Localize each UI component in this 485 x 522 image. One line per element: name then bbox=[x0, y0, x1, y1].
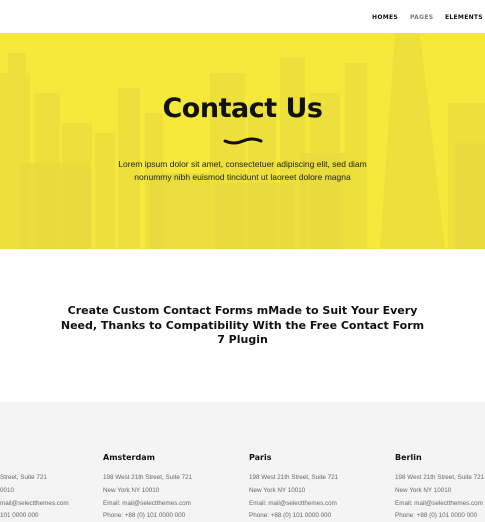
hero-banner: Contact Us Lorem ipsum dolor sit amet, c… bbox=[0, 33, 485, 249]
location-column: Berlin 198 West 21th Street, Suite 721 N… bbox=[395, 453, 485, 522]
location-city-zip: New York NY 10010 bbox=[103, 486, 160, 494]
section-headline: Create Custom Contact Forms mMade to Sui… bbox=[60, 304, 425, 346]
location-city-zip: 0010 bbox=[0, 486, 15, 494]
location-address: 198 West 21th Street, Suite 721 bbox=[395, 474, 485, 481]
nav-item-homes[interactable]: HOMES bbox=[372, 14, 398, 21]
nav-item-pages[interactable]: PAGES bbox=[410, 14, 433, 21]
title-underline-decoration bbox=[223, 137, 263, 145]
location-email[interactable]: Email: mail@selectthemes.com bbox=[395, 498, 485, 511]
location-address: Street, Suite 721 bbox=[0, 474, 47, 481]
location-city-zip: New York NY 10010 bbox=[395, 486, 452, 494]
location-city: Paris bbox=[249, 453, 272, 462]
locations-section: Street, Suite 721 0010 mail@selectthemes… bbox=[0, 402, 485, 522]
location-city bbox=[0, 453, 16, 463]
location-city: Berlin bbox=[395, 453, 422, 462]
location-email[interactable]: Email: mail@selectthemes.com bbox=[249, 498, 369, 511]
location-phone: Phone: +88 (0) 101 0000 000 bbox=[103, 512, 186, 520]
location-phone: 101 0000 000 bbox=[0, 512, 39, 520]
location-email[interactable]: Email: mail@selectthemes.com bbox=[103, 498, 223, 511]
location-phone: Phone: +88 (0) 101 0000 000 bbox=[395, 512, 478, 520]
location-city-zip: New York NY 10010 bbox=[249, 486, 306, 494]
top-navigation-bar: HOMES PAGES ELEMENTS bbox=[0, 0, 485, 33]
location-column: Amsterdam 198 West 21th Street, Suite 72… bbox=[103, 453, 223, 522]
location-email: mail@selectthemes.com bbox=[0, 499, 69, 507]
page-title: Contact Us bbox=[162, 93, 323, 124]
location-address: 198 West 21th Street, Suite 721 bbox=[249, 474, 339, 481]
nav-item-elements[interactable]: ELEMENTS bbox=[445, 14, 483, 21]
location-city: Amsterdam bbox=[103, 453, 155, 462]
location-column: Paris 198 West 21th Street, Suite 721 Ne… bbox=[249, 453, 369, 522]
location-column: Street, Suite 721 0010 mail@selectthemes… bbox=[0, 453, 69, 522]
hero-description: Lorem ipsum dolor sit amet, consectetuer… bbox=[118, 159, 367, 182]
location-address: 198 West 21th Street, Suite 721 bbox=[103, 474, 193, 481]
location-phone: Phone: +88 (0) 101 0000 000 bbox=[249, 512, 332, 520]
